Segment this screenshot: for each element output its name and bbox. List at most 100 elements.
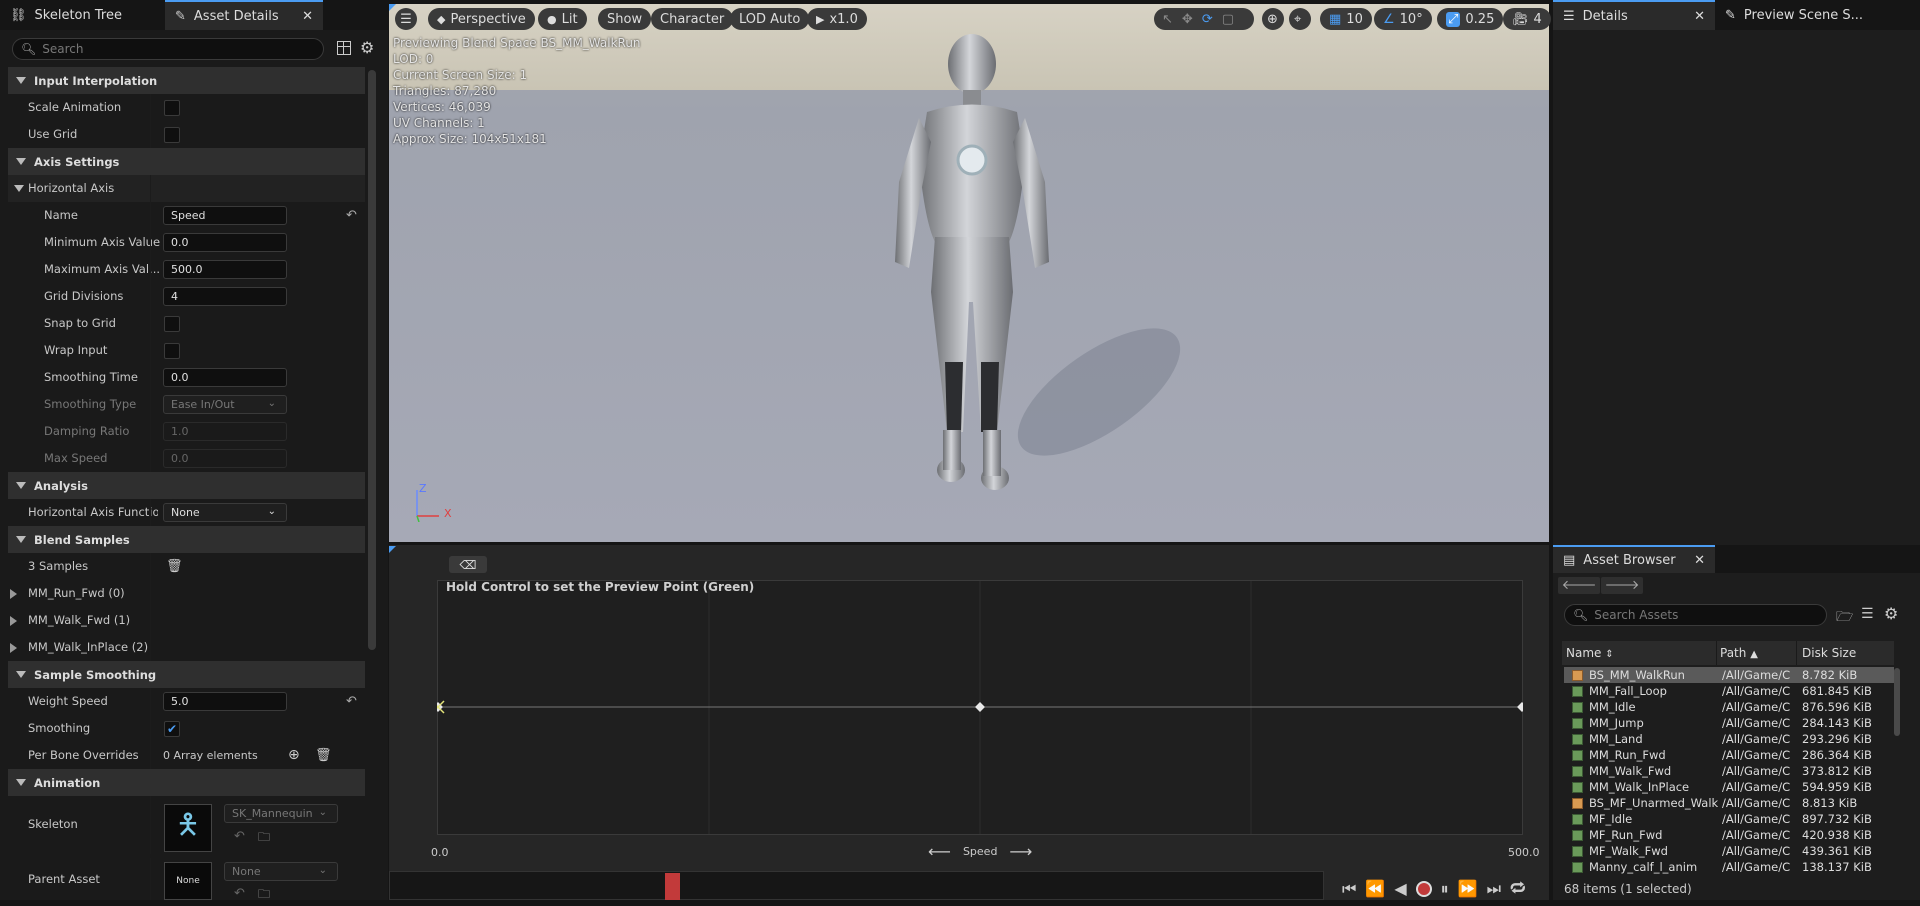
cat-input-interpolation[interactable]: Input Interpolation	[8, 67, 365, 94]
scale-animation-checkbox[interactable]	[164, 99, 180, 116]
character-button[interactable]: Character	[651, 8, 734, 30]
tab-details[interactable]: ☰ Details ✕	[1553, 0, 1715, 30]
gear-icon[interactable]: ⚙	[360, 38, 374, 57]
cat-sample-smoothing[interactable]: Sample Smoothing	[8, 661, 365, 688]
step-forward-icon[interactable]: ⏩	[1458, 879, 1478, 898]
play-reverse-icon[interactable]: ◀	[1394, 879, 1406, 898]
asset-row[interactable]: MF_Run_Fwd/All/Game/C 420.938 KiB	[1564, 827, 1894, 843]
asset-row[interactable]: MM_Land/All/Game/C 293.296 KiB	[1564, 731, 1894, 747]
scale-icon[interactable]: ▢	[1222, 12, 1234, 27]
trash-icon[interactable]: 🗑︎	[166, 559, 183, 574]
weight-speed-field[interactable]: 5.0	[163, 692, 287, 711]
tab-asset-browser[interactable]: ▤ Asset Browser ✕	[1553, 545, 1715, 573]
name-field[interactable]: Speed	[163, 206, 287, 225]
asset-scrollbar[interactable]	[1894, 668, 1900, 736]
skip-end-icon[interactable]: ⏭	[1487, 879, 1501, 899]
max-speed-field[interactable]: 0.0	[163, 449, 287, 468]
parent-asset-dropdown[interactable]: None ⌄	[224, 862, 338, 881]
max-axis-field[interactable]: 500.0	[163, 260, 287, 279]
tab-preview-scene[interactable]: ✎ Preview Scene S...	[1715, 0, 1915, 30]
skeleton-dropdown[interactable]: SK_Mannequin ⌄	[224, 804, 338, 823]
add-icon[interactable]: ⊕	[288, 747, 300, 763]
sample-row-2[interactable]: MM_Walk_InPlace (2)	[8, 634, 365, 661]
surface-snap-button[interactable]: ⌖	[1289, 8, 1311, 30]
asset-row[interactable]: MM_Run_Fwd/All/Game/C 286.364 KiB	[1564, 747, 1894, 763]
pause-icon[interactable]: ⏸	[1441, 879, 1449, 899]
smoothing-time-field[interactable]: 0.0	[163, 368, 287, 387]
camera-speed-button[interactable]: 🎥︎ 4	[1503, 8, 1551, 30]
filter-icon[interactable]: ☰	[1861, 606, 1874, 622]
smoothing-checkbox[interactable]: ✔	[164, 720, 180, 737]
cat-analysis[interactable]: Analysis	[8, 472, 365, 499]
reset-icon[interactable]: ↶	[234, 886, 245, 901]
close-icon[interactable]: ✕	[302, 9, 313, 24]
row-horizontal-axis[interactable]: Horizontal Axis	[8, 175, 365, 202]
playback-speed-button[interactable]: ▶ x1.0	[807, 8, 867, 30]
asset-search-input[interactable]: 🔍︎ Search Assets	[1564, 604, 1827, 626]
asset-row[interactable]: MM_Walk_Fwd/All/Game/C 373.812 KiB	[1564, 763, 1894, 779]
cat-blend-samples[interactable]: Blend Samples	[8, 526, 365, 553]
asset-row[interactable]: MM_Walk_InPlace/All/Game/C 594.959 KiB	[1564, 779, 1894, 795]
asset-row[interactable]: MF_Idle/All/Game/C 897.732 KiB	[1564, 811, 1894, 827]
rotation-snap-button[interactable]: ∠ 10°	[1374, 8, 1432, 30]
haf-dropdown[interactable]: None ⌄	[163, 503, 287, 522]
record-icon[interactable]	[1415, 880, 1432, 897]
folder-icon[interactable]: 🗁︎	[1836, 606, 1853, 630]
skip-start-icon[interactable]: ⏮	[1342, 879, 1356, 899]
smoothing-type-dropdown[interactable]: Ease In/Out ⌄	[163, 395, 287, 414]
tab-skeleton-tree[interactable]: ⛓ Skeleton Tree	[0, 0, 165, 30]
scrollbar[interactable]	[368, 70, 376, 650]
grid-divisions-field[interactable]: 4	[163, 287, 287, 306]
scale-snap-button[interactable]: ⤢ 0.25	[1437, 8, 1504, 30]
grid-snap-button[interactable]: ▦ 10	[1320, 8, 1372, 30]
browse-folder-icon[interactable]: 🗀︎	[258, 885, 270, 906]
wrap-input-checkbox[interactable]	[164, 342, 180, 359]
blend-grid[interactable]	[437, 580, 1523, 835]
asset-row[interactable]: MM_Jump/All/Game/C 284.143 KiB	[1564, 715, 1894, 731]
reset-icon[interactable]: ↶	[234, 829, 245, 844]
cat-animation[interactable]: Animation	[8, 769, 365, 796]
asset-row[interactable]: BS_MF_Unarmed_Walk/All/Game/C 8.813 KiB	[1564, 795, 1894, 811]
timeline-playhead[interactable]	[665, 873, 680, 900]
step-back-icon[interactable]: ⏪	[1365, 879, 1385, 898]
col-path-header[interactable]: Path ▲	[1720, 646, 1758, 660]
perspective-button[interactable]: ◆ Perspective	[428, 8, 535, 30]
move-icon[interactable]: ✥	[1182, 12, 1193, 27]
loop-icon[interactable]: 🔁︎	[1510, 877, 1526, 900]
lod-button[interactable]: LOD Auto	[730, 8, 810, 30]
asset-row[interactable]: MF_Walk_Fwd/All/Game/C 439.361 KiB	[1564, 843, 1894, 859]
transform-tools[interactable]: ↖ ✥ ⟳ ▢	[1154, 8, 1254, 30]
parent-thumbnail[interactable]: None	[164, 862, 212, 900]
sample-row-1[interactable]: MM_Walk_Fwd (1)	[8, 607, 365, 634]
show-button[interactable]: Show	[598, 8, 652, 30]
col-name-header[interactable]: Name ⇕	[1566, 646, 1614, 660]
world-local-button[interactable]: ⊕	[1262, 8, 1284, 30]
timeline[interactable]	[389, 871, 1324, 900]
search-input[interactable]: 🔍︎ Search	[12, 38, 324, 60]
use-grid-checkbox[interactable]	[164, 126, 180, 143]
gear-icon[interactable]: ⚙	[1884, 604, 1898, 623]
select-icon[interactable]: ↖	[1162, 12, 1173, 27]
viewport-menu-button[interactable]: ☰	[395, 8, 417, 30]
rotate-icon[interactable]: ⟳	[1202, 12, 1213, 27]
damping-field[interactable]: 1.0	[163, 422, 287, 441]
asset-row[interactable]: Manny_calf_l_anim/All/Game/C 138.137 KiB	[1564, 859, 1894, 875]
asset-row[interactable]: BS_MM_WalkRun/All/Game/C 8.782 KiB	[1564, 667, 1894, 683]
blend-options-button[interactable]: ⌫	[449, 556, 487, 573]
back-button[interactable]: 🡐	[1558, 577, 1600, 594]
asset-row[interactable]: MM_Idle/All/Game/C 876.596 KiB	[1564, 699, 1894, 715]
close-icon[interactable]: ✕	[1694, 9, 1705, 24]
trash-icon[interactable]: 🗑︎	[315, 748, 332, 763]
browse-folder-icon[interactable]: 🗀︎	[258, 828, 270, 849]
tab-asset-details[interactable]: ✎ Asset Details ✕	[165, 0, 323, 30]
table-view-icon[interactable]	[337, 41, 351, 55]
lit-button[interactable]: ● Lit	[538, 8, 587, 30]
reset-icon[interactable]: ↶	[346, 208, 357, 223]
col-size-header[interactable]: Disk Size	[1802, 646, 1856, 660]
reset-icon[interactable]: ↶	[346, 694, 357, 709]
asset-row[interactable]: MM_Fall_Loop/All/Game/C 681.845 KiB	[1564, 683, 1894, 699]
snap-grid-checkbox[interactable]	[164, 315, 180, 332]
sample-row-0[interactable]: MM_Run_Fwd (0)	[8, 580, 365, 607]
viewport[interactable]: Z X	[389, 4, 1549, 542]
cat-axis-settings[interactable]: Axis Settings	[8, 148, 365, 175]
